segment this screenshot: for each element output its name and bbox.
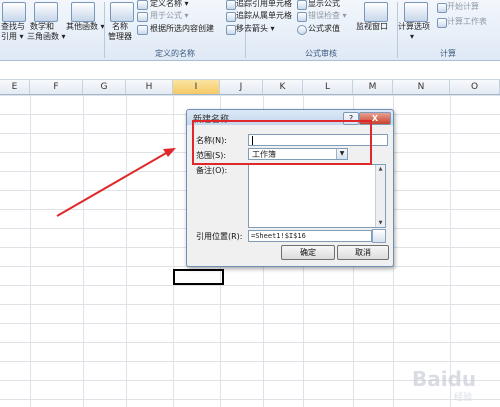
- comment-label: 备注(O):: [196, 166, 228, 175]
- ok-button[interactable]: 确定: [281, 245, 335, 260]
- svg-text:经验: 经验: [454, 391, 472, 403]
- scroll-down-icon[interactable]: ▼: [376, 219, 385, 227]
- baidu-watermark-logo: Baidu 经验: [408, 360, 492, 404]
- comment-scrollbar[interactable]: ▲ ▼: [375, 165, 385, 227]
- range-picker-icon[interactable]: [372, 229, 386, 243]
- refers-to-label: 引用位置(R):: [196, 232, 243, 241]
- svg-text:Baidu: Baidu: [412, 367, 476, 391]
- cancel-button[interactable]: 取消: [337, 245, 389, 260]
- annotation-highlight-box: [192, 120, 372, 165]
- scroll-up-icon[interactable]: ▲: [376, 165, 385, 173]
- comment-textarea[interactable]: [248, 164, 386, 228]
- refers-to-input[interactable]: =Sheet1!$I$16: [248, 230, 372, 242]
